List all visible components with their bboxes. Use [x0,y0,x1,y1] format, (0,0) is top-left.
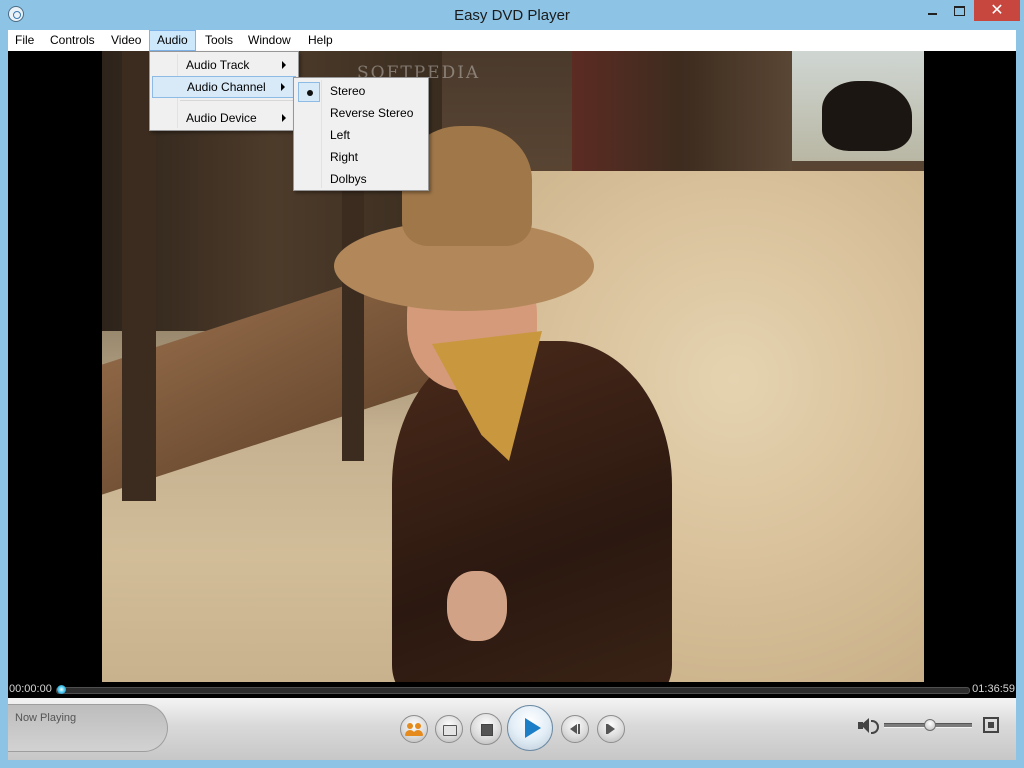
minimize-button[interactable] [919,0,945,21]
window-title: Easy DVD Player [454,7,570,24]
menu-item-audio-channel[interactable]: Audio Channel [152,76,296,98]
seek-knob[interactable] [57,685,66,694]
submenu-arrow-icon [282,114,286,122]
menu-item-label: Audio Device [186,111,257,125]
video-scene-horse [822,81,912,151]
menu-bar: File Controls Video Audio Tools Window H… [8,30,1016,51]
volume-slider[interactable] [884,719,972,731]
app-window: Easy DVD Player ✕ File Controls Video Au… [0,0,1024,768]
menu-video[interactable]: Video [104,30,148,51]
video-area[interactable]: SOFTPEDIA [8,51,1016,682]
maximize-button[interactable] [946,0,973,21]
total-time: 01:36:59 [972,683,1015,695]
radio-bullet-icon [307,90,313,96]
menu-item-stereo[interactable]: Stereo [296,80,426,102]
menu-item-label: Left [330,128,351,142]
menu-file[interactable]: File [8,30,41,51]
video-scene-jacket [392,341,672,682]
menu-window[interactable]: Window [241,30,298,51]
menu-item-label: Dolbys [330,172,367,186]
menu-item-audio-device[interactable]: Audio Device [152,107,296,129]
menu-item-label: Audio Track [186,58,250,72]
menu-tools[interactable]: Tools [198,30,240,51]
menu-item-label: Audio Channel [187,80,266,94]
close-button[interactable]: ✕ [974,0,1020,21]
menu-item-dolbys[interactable]: Dolbys [296,168,426,190]
seek-row: 00:00:00 01:36:59 [8,682,1016,698]
menu-audio[interactable]: Audio [149,30,196,51]
control-bar: Now Playing [8,698,1016,760]
video-scene-post [342,181,364,461]
stop-icon[interactable] [470,713,502,745]
folder-icon[interactable] [435,715,463,743]
audio-menu: Audio Track Audio Channel Audio Device [149,51,299,131]
submenu-arrow-icon [281,83,285,91]
now-playing-panel: Now Playing [8,704,168,752]
menu-item-label: Right [330,150,359,164]
menu-item-right[interactable]: Right [296,146,426,168]
next-icon[interactable] [597,715,625,743]
audio-channel-submenu: Stereo Reverse Stereo Left Right Dolbys [293,77,429,191]
menu-item-label: Reverse Stereo [330,106,414,120]
title-bar[interactable]: Easy DVD Player ✕ [0,0,1024,30]
video-frame: SOFTPEDIA [102,51,924,682]
play-icon[interactable] [507,705,553,751]
menu-item-label: Stereo [330,84,366,98]
current-time: 00:00:00 [9,683,52,695]
previous-icon[interactable] [561,715,589,743]
menu-controls[interactable]: Controls [43,30,102,51]
submenu-arrow-icon [282,61,286,69]
video-scene-hand [447,571,507,641]
seek-bar[interactable] [56,685,970,694]
menu-item-left[interactable]: Left [296,124,426,146]
menu-item-reverse-stereo[interactable]: Reverse Stereo [296,102,426,124]
menu-item-audio-track[interactable]: Audio Track [152,54,296,76]
speaker-wave-icon [871,720,879,734]
menu-help[interactable]: Help [301,30,340,51]
people-icon[interactable] [400,715,428,743]
check-indicator [298,82,320,102]
volume-knob[interactable] [923,719,936,731]
fullscreen-icon[interactable] [983,717,999,733]
menu-separator [180,100,296,101]
now-playing-label: Now Playing [15,712,77,724]
